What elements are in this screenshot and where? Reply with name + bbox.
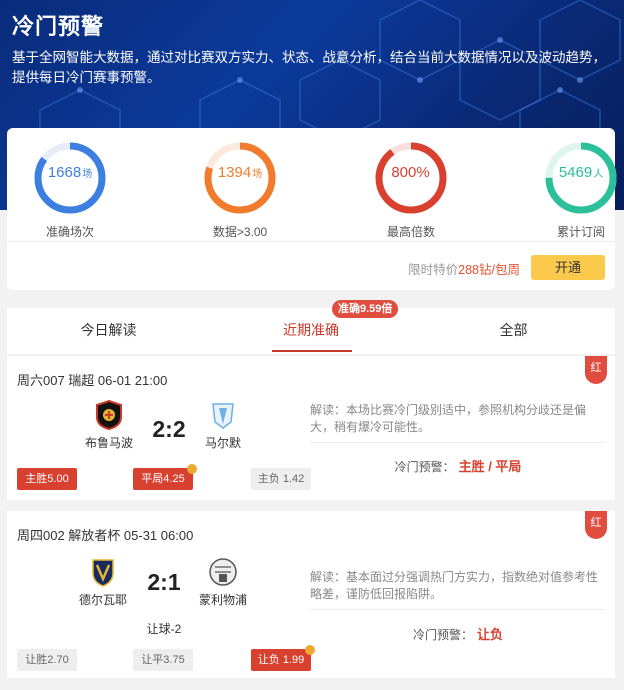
home-team: 德尔瓦耶 (63, 557, 143, 608)
stat-value: 1394场 (217, 164, 263, 181)
stat-label: 准确场次 (45, 225, 94, 239)
home-team-name: 德尔瓦耶 (78, 593, 127, 607)
stat-label: 数据>3.00 (212, 225, 268, 239)
club-logo-icon (209, 558, 237, 586)
home-team: 布鲁马波 (69, 400, 149, 451)
away-team: 蒙利物浦 (183, 557, 263, 608)
odds-home-loss: 主负 1.42 (251, 468, 311, 490)
accuracy-badge: 准确9.59倍 (332, 300, 399, 318)
upset-warning: 冷门预警： 主胜 / 平局 (394, 459, 522, 474)
away-team-name: 蒙利物浦 (198, 593, 247, 607)
subscribe-button[interactable]: 开通 (531, 255, 605, 280)
stat-data-over-3: 1394场 数据>3.00 (185, 140, 295, 240)
check-icon (305, 645, 315, 655)
stat-label: 最高倍数 (386, 225, 435, 239)
odds-handicap-loss: 让负 1.99 (251, 645, 315, 671)
odds-home-win: 主胜5.00 (17, 468, 77, 490)
match-header: 周六007 瑞超 06-01 21:00 (17, 373, 168, 388)
odds-handicap-draw: 让平3.75 (133, 649, 193, 671)
club-logo-icon (92, 559, 114, 587)
stat-label: 累计订阅 (556, 225, 605, 239)
away-team-name: 马尔默 (204, 436, 241, 450)
tab-all[interactable]: 全部 (412, 308, 615, 354)
active-tab-indicator (272, 350, 352, 352)
home-team-name: 布鲁马波 (84, 436, 133, 450)
result-tag: 红 (585, 511, 607, 539)
stat-highest-multiple: 800% 最高倍数 (356, 140, 466, 240)
tab-bar: 今日解读 近期准确 全部 (7, 308, 615, 354)
club-logo-icon (212, 403, 234, 429)
price-offer: 限时特价288钻/包周 (408, 263, 520, 277)
price-value: 288钻/包周 (458, 263, 520, 277)
divider (310, 442, 606, 443)
check-icon (187, 464, 197, 474)
odds-handicap-win: 让胜2.70 (17, 649, 77, 671)
match-header: 周四002 解放者杯 05-31 06:00 (17, 528, 194, 543)
handicap-label: 让球-2 (146, 622, 182, 636)
odds-draw: 平局4.25 (133, 464, 197, 490)
upset-warning: 冷门预警： 让负 (412, 627, 504, 642)
stat-value: 800% (391, 164, 430, 181)
result-tag: 红 (585, 356, 607, 384)
stat-total-subscribers: 5469人 累计订阅 (526, 140, 624, 240)
page-description: 基于全网智能大数据，通过对比赛双方实力、状态、战意分析，结合当前大数据情况以及波… (12, 50, 606, 85)
stats-card: 1668场 准确场次 1394场 数据>3.00 800% 最高倍数 5469人… (7, 128, 617, 290)
upset-pick: 主胜 / 平局 (458, 459, 522, 474)
match-card[interactable]: 周四002 解放者杯 05-31 06:00 红 德尔瓦耶 2:1 让球-2 蒙… (7, 511, 615, 678)
upset-pick: 让负 (477, 627, 504, 642)
match-analysis: 解读：基本面过分强调热门方实力，指数绝对值参考性略差，谨防低回报陷阱。 (310, 570, 599, 601)
match-analysis: 解读：本场比赛冷门级别适中，参照机构分歧还是偏大，稍有爆冷可能性。 (310, 403, 587, 434)
club-logo-icon (96, 400, 122, 430)
divider (7, 241, 615, 242)
tab-today[interactable]: 今日解读 (7, 308, 210, 354)
stat-accurate-matches: 1668场 准确场次 (15, 140, 125, 240)
stat-value: 1668场 (47, 164, 93, 181)
away-team: 马尔默 (183, 400, 263, 451)
page-title: 冷门预警 (12, 14, 105, 39)
divider (310, 609, 606, 610)
stat-value: 5469人 (558, 164, 604, 181)
match-card[interactable]: 周六007 瑞超 06-01 21:00 红 布鲁马波 2:2 马尔默 主胜5.… (7, 356, 615, 500)
